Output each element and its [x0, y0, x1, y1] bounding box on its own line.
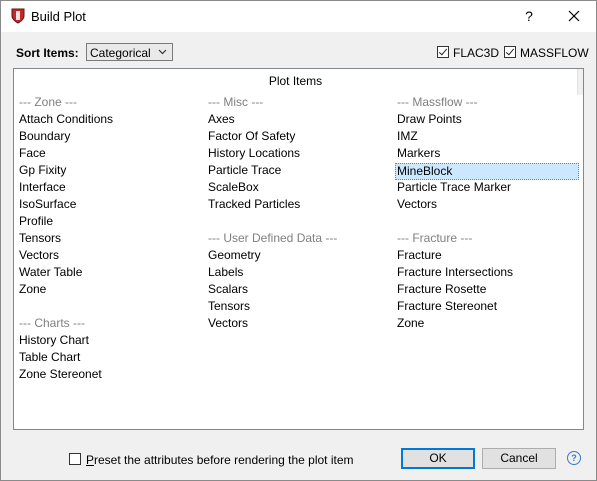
build-plot-dialog: Build Plot ? Sort Items: Categorical FLA…	[0, 0, 597, 481]
help-circle-icon[interactable]: ?	[567, 451, 581, 465]
vertical-scrollbar[interactable]	[577, 69, 583, 95]
plot-item-table-chart[interactable]: Table Chart	[19, 350, 80, 365]
flac3d-label: FLAC3D	[453, 46, 500, 60]
window-title: Build Plot	[31, 9, 86, 24]
plot-item-tensors[interactable]: Tensors	[19, 231, 61, 246]
plot-item-gp-fixity[interactable]: Gp Fixity	[19, 163, 66, 178]
plot-item-vectors[interactable]: Vectors	[19, 248, 59, 263]
plot-item-draw-points[interactable]: Draw Points	[397, 112, 462, 127]
plot-item-profile[interactable]: Profile	[19, 214, 53, 229]
category-header: --- Zone ---	[19, 95, 77, 109]
plot-items-header: Plot Items	[268, 74, 323, 88]
chevron-down-icon	[158, 49, 167, 55]
sort-items-label: Sort Items:	[16, 46, 79, 60]
plot-item-history-chart[interactable]: History Chart	[19, 333, 89, 348]
plot-item-boundary[interactable]: Boundary	[19, 129, 70, 144]
preset-attributes-checkbox[interactable]	[69, 453, 81, 465]
plot-item-zone[interactable]: Zone	[19, 282, 46, 297]
close-icon[interactable]	[561, 5, 587, 27]
category-header: --- User Defined Data ---	[208, 231, 338, 245]
plot-item-axes[interactable]: Axes	[208, 112, 235, 127]
plot-item-markers[interactable]: Markers	[397, 146, 440, 161]
plot-item-water-table[interactable]: Water Table	[19, 265, 82, 280]
plot-item-labels[interactable]: Labels	[208, 265, 243, 280]
plot-item-vectors[interactable]: Vectors	[397, 197, 437, 212]
plot-item-tensors[interactable]: Tensors	[208, 299, 250, 314]
plot-item-particle-trace-marker[interactable]: Particle Trace Marker	[397, 180, 511, 195]
massflow-label: MASSFLOW	[520, 46, 589, 60]
plot-item-fracture-stereonet[interactable]: Fracture Stereonet	[397, 299, 497, 314]
help-button[interactable]: ?	[517, 5, 541, 27]
plot-item-fracture-intersections[interactable]: Fracture Intersections	[397, 265, 513, 280]
plot-items-list[interactable]: Plot Items --- Zone --- Attach Conditions…	[13, 68, 584, 430]
plot-item-history-locations[interactable]: History Locations	[208, 146, 300, 161]
category-header: --- Misc ---	[208, 95, 264, 109]
sort-items-value: Categorical	[90, 46, 151, 60]
massflow-checkbox[interactable]	[504, 46, 516, 58]
ok-button[interactable]: OK	[401, 448, 475, 469]
cancel-button[interactable]: Cancel	[482, 448, 556, 469]
title-bar: Build Plot ?	[1, 1, 596, 32]
app-icon	[11, 8, 25, 24]
plot-item-interface[interactable]: Interface	[19, 180, 66, 195]
plot-item-zone-stereonet[interactable]: Zone Stereonet	[19, 367, 102, 382]
plot-item-mineblock[interactable]: MineBlock	[395, 163, 579, 180]
plot-item-factor-of-safety[interactable]: Factor Of Safety	[208, 129, 295, 144]
plot-item-isosurface[interactable]: IsoSurface	[19, 197, 76, 212]
plot-item-geometry[interactable]: Geometry	[208, 248, 261, 263]
category-header: --- Fracture ---	[397, 231, 473, 245]
plot-item-zone[interactable]: Zone	[397, 316, 424, 331]
plot-item-face[interactable]: Face	[19, 146, 46, 161]
plot-item-scalars[interactable]: Scalars	[208, 282, 248, 297]
sort-items-dropdown[interactable]: Categorical	[86, 43, 173, 61]
flac3d-checkbox[interactable]	[437, 46, 449, 58]
plot-item-tracked-particles[interactable]: Tracked Particles	[208, 197, 300, 212]
category-header: --- Massflow ---	[397, 95, 478, 109]
plot-item-imz[interactable]: IMZ	[397, 129, 418, 144]
category-header: --- Charts ---	[19, 316, 85, 330]
plot-item-attach-conditions[interactable]: Attach Conditions	[19, 112, 113, 127]
plot-item-fracture-rosette[interactable]: Fracture Rosette	[397, 282, 486, 297]
plot-item-scalebox[interactable]: ScaleBox	[208, 180, 259, 195]
plot-item-fracture[interactable]: Fracture	[397, 248, 442, 263]
preset-attributes-label[interactable]: Preset the attributes before rendering t…	[86, 453, 354, 467]
plot-item-particle-trace[interactable]: Particle Trace	[208, 163, 281, 178]
plot-item-vectors[interactable]: Vectors	[208, 316, 248, 331]
